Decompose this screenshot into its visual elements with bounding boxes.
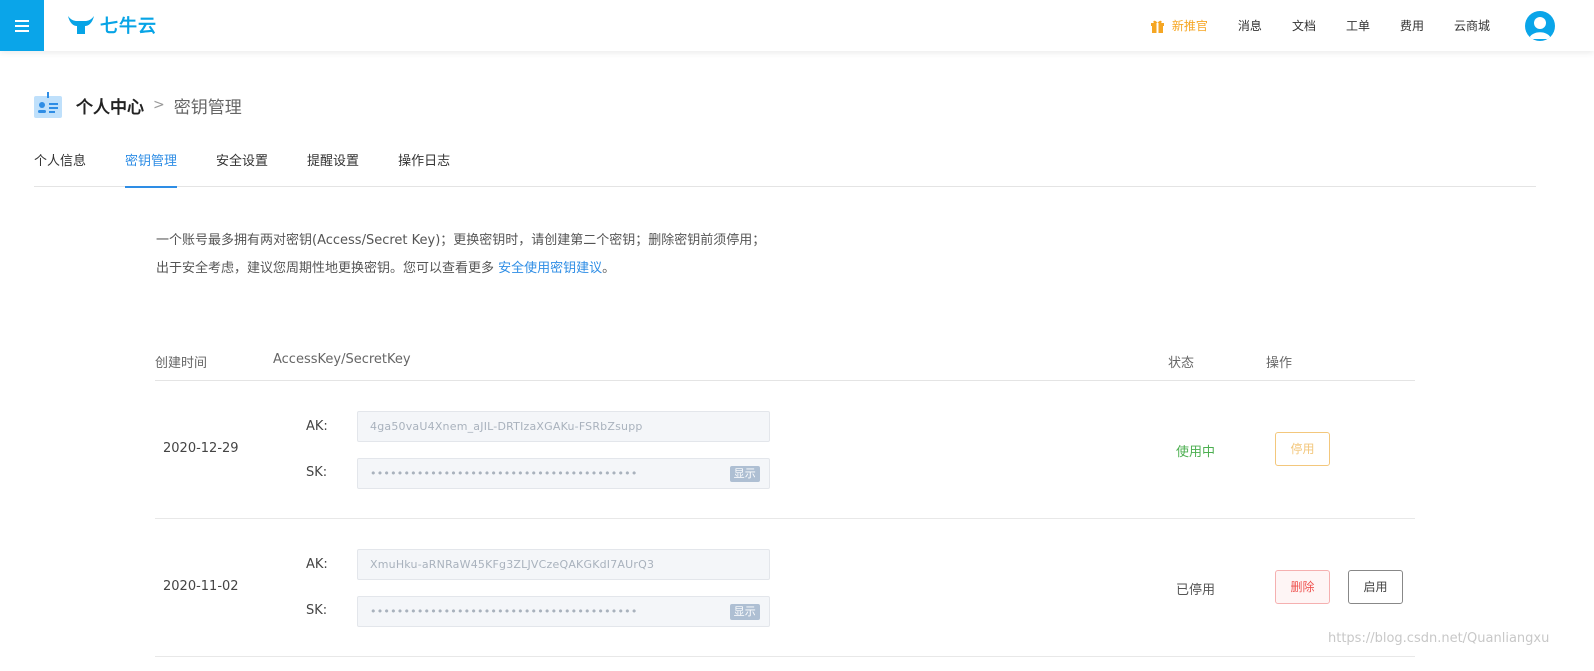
nav-tickets[interactable]: 工单 bbox=[1346, 17, 1370, 34]
hamburger-icon bbox=[15, 17, 29, 35]
gift-icon bbox=[1150, 20, 1164, 33]
col-status: 状态 bbox=[1168, 356, 1195, 371]
table-header: 创建时间 AccessKey/SecretKey 状态 操作 bbox=[155, 340, 1415, 381]
top-nav: 新推官 消息 文档 工单 费用 云商城 bbox=[1121, 0, 1490, 51]
sk-value: •••••••••••••••••••••••••••••••••••••••• bbox=[370, 467, 638, 480]
nav-billing[interactable]: 费用 bbox=[1400, 17, 1424, 34]
ak-value: XmuHku-aRNRaW45KFg3ZLJVCzeQAKGKdI7AUrQ3 bbox=[370, 558, 655, 571]
table-row: 2020-12-29 AK: 4ga50vaU4Xnem_aJIL-DRTIza… bbox=[155, 381, 1415, 519]
key-table: 创建时间 AccessKey/SecretKey 状态 操作 2020-12-2… bbox=[155, 340, 1415, 657]
id-card-icon bbox=[34, 92, 62, 118]
sk-value: •••••••••••••••••••••••••••••••••••••••• bbox=[370, 605, 638, 618]
delete-button[interactable]: 删除 bbox=[1275, 570, 1330, 604]
logo-text: 七牛云 bbox=[100, 16, 157, 37]
ak-value: 4ga50vaU4Xnem_aJIL-DRTIzaXGAKu-FSRbZsupp bbox=[370, 420, 643, 433]
security-advice-link[interactable]: 安全使用密钥建议 bbox=[498, 261, 602, 276]
sk-field[interactable]: ••••••••••••••••••••••••••••••••••••••••… bbox=[357, 596, 770, 627]
menu-button[interactable] bbox=[0, 0, 44, 51]
col-actions: 操作 bbox=[1266, 356, 1293, 371]
top-bar: 七牛云 新推官 消息 文档 工单 费用 云商城 bbox=[0, 0, 1594, 51]
tab-key-management[interactable]: 密钥管理 bbox=[125, 140, 178, 188]
tab-bar: 个人信息 密钥管理 安全设置 提醒设置 操作日志 bbox=[34, 140, 1536, 188]
status-badge: 使用中 bbox=[1176, 445, 1216, 460]
user-icon bbox=[1529, 17, 1551, 39]
show-sk-button[interactable]: 显示 bbox=[729, 604, 760, 620]
disable-button[interactable]: 停用 bbox=[1275, 432, 1330, 466]
bull-logo-icon bbox=[68, 16, 94, 34]
breadcrumb: 个人中心 > 密钥管理 bbox=[34, 91, 242, 119]
ak-label: AK: bbox=[306, 557, 328, 572]
created-date: 2020-12-29 bbox=[163, 441, 239, 456]
nav-promo-label: 新推官 bbox=[1171, 19, 1208, 33]
ak-field[interactable]: XmuHku-aRNRaW45KFg3ZLJVCzeQAKGKdI7AUrQ3 bbox=[357, 549, 770, 580]
show-sk-button[interactable]: 显示 bbox=[729, 466, 760, 482]
watermark: https://blog.csdn.net/Quanliangxu bbox=[1328, 631, 1550, 646]
intro-tail: 。 bbox=[602, 261, 616, 276]
avatar[interactable] bbox=[1525, 11, 1555, 41]
col-created: 创建时间 bbox=[155, 356, 208, 371]
logo[interactable]: 七牛云 bbox=[66, 13, 157, 37]
nav-messages[interactable]: 消息 bbox=[1238, 17, 1262, 34]
ak-field[interactable]: 4ga50vaU4Xnem_aJIL-DRTIzaXGAKu-FSRbZsupp bbox=[357, 411, 770, 442]
nav-docs[interactable]: 文档 bbox=[1292, 17, 1316, 34]
created-date: 2020-11-02 bbox=[163, 579, 239, 594]
tab-profile[interactable]: 个人信息 bbox=[34, 140, 86, 187]
enable-button[interactable]: 启用 bbox=[1348, 570, 1403, 604]
tab-operation-log[interactable]: 操作日志 bbox=[398, 140, 450, 187]
nav-promo[interactable]: 新推官 bbox=[1150, 17, 1208, 34]
breadcrumb-current: 密钥管理 bbox=[173, 97, 242, 118]
status-badge: 已停用 bbox=[1176, 583, 1216, 598]
ak-label: AK: bbox=[306, 419, 328, 434]
sk-label: SK: bbox=[306, 465, 328, 480]
sk-field[interactable]: ••••••••••••••••••••••••••••••••••••••••… bbox=[357, 458, 770, 489]
tab-reminders[interactable]: 提醒设置 bbox=[307, 140, 359, 187]
intro-text: 一个账号最多拥有两对密钥(Access/Secret Key)；更换密钥时，请创… bbox=[156, 227, 776, 283]
intro-body: 一个账号最多拥有两对密钥(Access/Secret Key)；更换密钥时，请创… bbox=[156, 233, 766, 276]
col-keys: AccessKey/SecretKey bbox=[273, 352, 411, 367]
nav-marketplace[interactable]: 云商城 bbox=[1454, 17, 1490, 34]
table-row: 2020-11-02 AK: XmuHku-aRNRaW45KFg3ZLJVCz… bbox=[155, 519, 1415, 657]
breadcrumb-home[interactable]: 个人中心 bbox=[76, 93, 144, 118]
sk-label: SK: bbox=[306, 603, 328, 618]
chevron-right-icon: > bbox=[153, 97, 165, 113]
tab-security[interactable]: 安全设置 bbox=[216, 140, 268, 187]
